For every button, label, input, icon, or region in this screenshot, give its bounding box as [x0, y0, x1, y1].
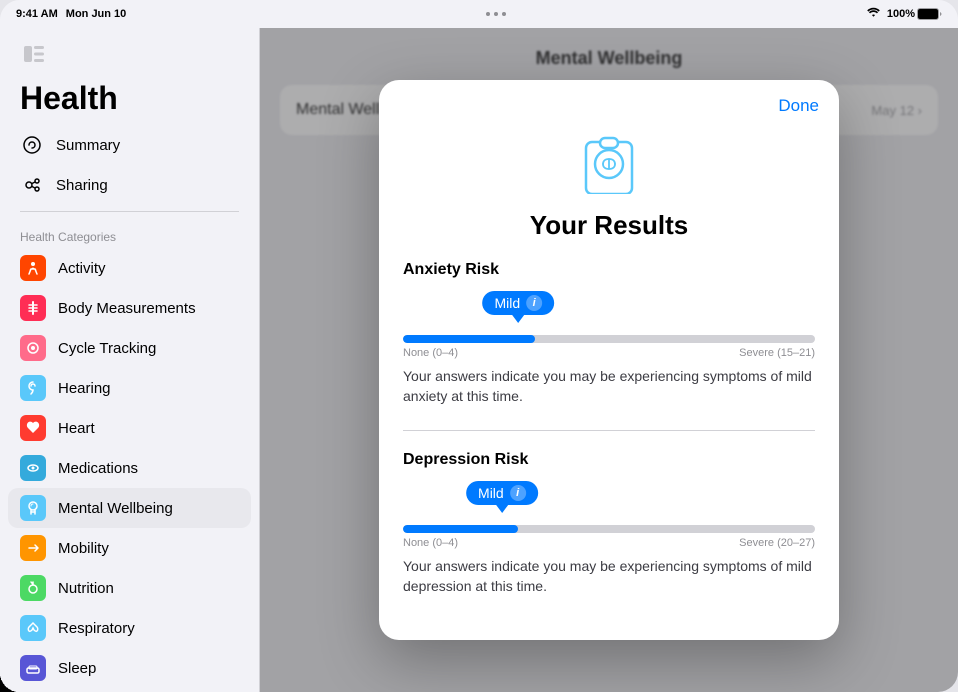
sidebar-item-sharing[interactable]: Sharing	[0, 165, 259, 205]
sidebar-item-heart[interactable]: Heart	[0, 408, 259, 448]
anxiety-range-min: None (0–4)	[403, 347, 458, 359]
status-bar-right: 100%	[866, 7, 942, 21]
hearing-label: Hearing	[58, 380, 111, 397]
activity-label: Activity	[58, 260, 106, 277]
status-bar-center	[486, 12, 506, 16]
heart-icon	[20, 415, 46, 441]
status-bar-left: 9:41 AM Mon Jun 10	[16, 8, 126, 20]
depression-badge-arrow	[496, 505, 508, 513]
modal-header: Done	[379, 80, 839, 116]
app-title: Health	[0, 80, 259, 125]
anxiety-badge-label: Mild	[495, 295, 521, 311]
modal-overlay: Done	[260, 28, 958, 692]
wifi-icon	[866, 7, 881, 21]
depression-progress-fill	[403, 525, 518, 533]
sidebar-item-respiratory[interactable]: Respiratory	[0, 608, 259, 648]
sidebar-item-summary[interactable]: Summary	[0, 125, 259, 165]
respiratory-icon	[20, 615, 46, 641]
sidebar-divider	[20, 211, 239, 212]
anxiety-info-icon[interactable]: i	[526, 295, 542, 311]
depression-description: Your answers indicate you may be experie…	[403, 557, 815, 596]
mobility-label: Mobility	[58, 540, 109, 557]
depression-risk-title: Depression Risk	[403, 451, 815, 469]
sidebar-item-mobility[interactable]: Mobility	[0, 528, 259, 568]
depression-range-max: Severe (20–27)	[739, 537, 815, 549]
battery-icon: 100%	[887, 8, 942, 20]
sidebar-item-sleep[interactable]: Sleep	[0, 648, 259, 688]
modal-icon-container	[379, 116, 839, 210]
results-modal: Done	[379, 80, 839, 640]
depression-risk-section: Depression Risk Mild i	[403, 451, 815, 596]
summary-label: Summary	[56, 137, 120, 154]
anxiety-progress-track	[403, 335, 815, 343]
anxiety-badge-arrow	[512, 315, 524, 323]
mental-wellbeing-label: Mental Wellbeing	[58, 500, 173, 517]
respiratory-label: Respiratory	[58, 620, 135, 637]
sidebar-item-hearing[interactable]: Hearing	[0, 368, 259, 408]
medications-icon	[20, 455, 46, 481]
depression-progress-bar-container	[403, 525, 815, 533]
depression-mild-badge[interactable]: Mild i	[466, 481, 538, 505]
section-divider	[403, 430, 815, 431]
mental-wellbeing-icon	[20, 495, 46, 521]
depression-badge-label: Mild	[478, 485, 504, 501]
sidebar-item-activity[interactable]: Activity	[0, 248, 259, 288]
main-content: Mental Wellbeing Mental Wellbeing Risk M…	[260, 28, 958, 692]
depression-info-icon[interactable]: i	[510, 485, 526, 501]
sidebar-item-cycle-tracking[interactable]: Cycle Tracking	[0, 328, 259, 368]
anxiety-progress-bar-container	[403, 335, 815, 343]
anxiety-progress-labels: None (0–4) Severe (15–21)	[403, 347, 815, 359]
sidebar-item-body-measurements[interactable]: Body Measurements	[0, 288, 259, 328]
anxiety-description: Your answers indicate you may be experie…	[403, 367, 815, 406]
hearing-icon	[20, 375, 46, 401]
depression-progress-labels: None (0–4) Severe (20–27)	[403, 537, 815, 549]
sharing-label: Sharing	[56, 177, 108, 194]
status-bar: 9:41 AM Mon Jun 10 100%	[0, 0, 958, 28]
medications-label: Medications	[58, 460, 138, 477]
sidebar: Health Summary	[0, 28, 260, 692]
sleep-icon	[20, 655, 46, 681]
anxiety-risk-title: Anxiety Risk	[403, 261, 815, 279]
sidebar-item-symptoms[interactable]: Symptoms	[0, 688, 259, 692]
three-dots	[486, 12, 506, 16]
cycle-tracking-icon	[20, 335, 46, 361]
sidebar-header	[0, 40, 259, 80]
anxiety-progress-fill	[403, 335, 535, 343]
heart-label: Heart	[58, 420, 95, 437]
modal-body: Anxiety Risk Mild i	[379, 261, 839, 640]
cycle-tracking-label: Cycle Tracking	[58, 340, 156, 357]
depression-range-min: None (0–4)	[403, 537, 458, 549]
sidebar-toggle-button[interactable]	[20, 40, 48, 68]
depression-progress-track	[403, 525, 815, 533]
anxiety-risk-section: Anxiety Risk Mild i	[403, 261, 815, 406]
categories-section-label: Health Categories	[0, 218, 259, 248]
done-button[interactable]: Done	[778, 96, 819, 116]
body-measurements-label: Body Measurements	[58, 300, 196, 317]
app-layout: Health Summary	[0, 28, 958, 692]
nutrition-label: Nutrition	[58, 580, 114, 597]
sidebar-item-nutrition[interactable]: Nutrition	[0, 568, 259, 608]
anxiety-range-max: Severe (15–21)	[739, 347, 815, 359]
sleep-label: Sleep	[58, 660, 96, 677]
sharing-icon	[20, 173, 44, 197]
sidebar-item-medications[interactable]: Medications	[0, 448, 259, 488]
activity-icon	[20, 255, 46, 281]
summary-icon	[20, 133, 44, 157]
nutrition-icon	[20, 575, 46, 601]
status-time: 9:41 AM	[16, 8, 58, 20]
sidebar-item-mental-wellbeing[interactable]: Mental Wellbeing	[8, 488, 251, 528]
ipad-frame: 9:41 AM Mon Jun 10 100%	[0, 0, 958, 692]
body-measurements-icon	[20, 295, 46, 321]
status-date: Mon Jun 10	[66, 8, 127, 20]
mental-wellbeing-modal-icon	[574, 124, 644, 194]
anxiety-mild-badge[interactable]: Mild i	[483, 291, 555, 315]
mobility-icon	[20, 535, 46, 561]
modal-title: Your Results	[379, 210, 839, 261]
